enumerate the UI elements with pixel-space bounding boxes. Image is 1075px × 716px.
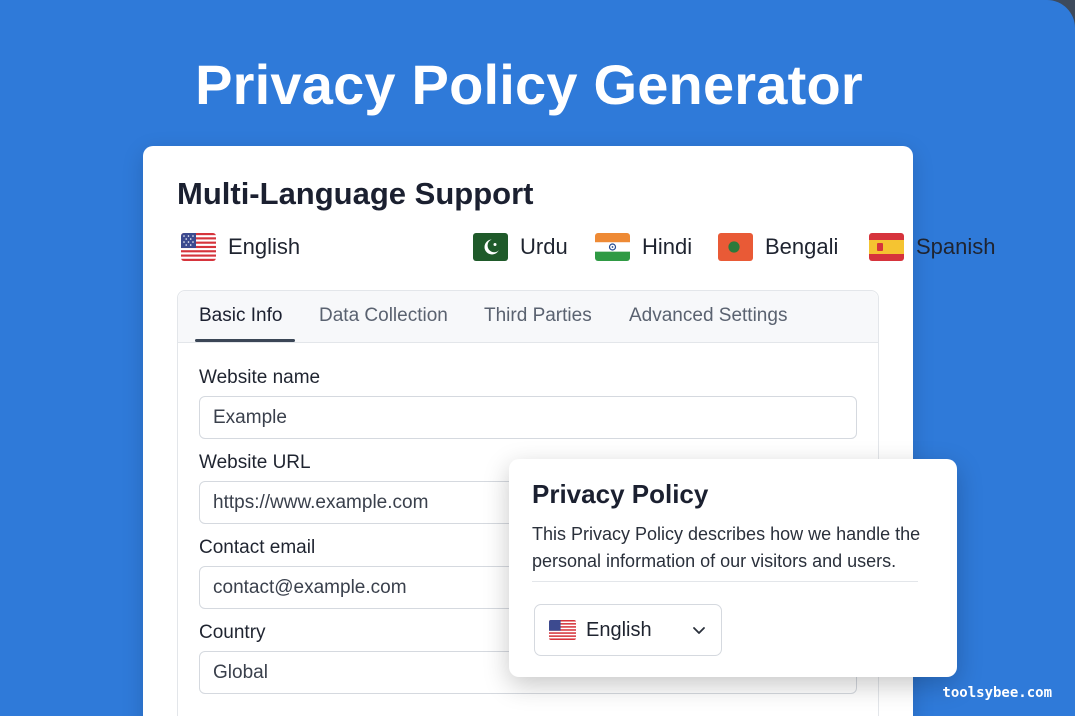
language-select-value: English [586, 618, 652, 641]
page-title: Privacy Policy Generator [195, 53, 863, 116]
spain-flag-icon [869, 233, 904, 261]
watermark: toolsybee.com [942, 685, 1052, 701]
us-flag-icon [549, 620, 576, 640]
us-flag-icon [181, 233, 216, 261]
language-label: Bengali [765, 234, 839, 259]
popup-title: Privacy Policy [532, 479, 709, 509]
language-label: English [228, 234, 301, 259]
india-flag-icon [595, 233, 630, 261]
tab-basic-info[interactable]: Basic Info [199, 305, 282, 327]
contact-email-label: Contact email [199, 537, 316, 558]
language-label: Spanish [916, 234, 996, 259]
language-option-english[interactable]: English [181, 232, 300, 262]
tab-advanced-settings[interactable]: Advanced Settings [629, 305, 787, 327]
website-name-input[interactable] [199, 396, 857, 439]
language-option-hindi[interactable]: Hindi [595, 232, 692, 262]
language-option-urdu[interactable]: Urdu [473, 232, 568, 262]
policy-preview-popup: Privacy Policy This Privacy Policy descr… [509, 459, 957, 677]
website-name-label: Website name [199, 367, 321, 388]
active-tab-indicator [195, 339, 295, 342]
language-label: Urdu [520, 234, 568, 259]
chevron-down-icon [691, 622, 707, 638]
popup-body: This Privacy Policy describes how we han… [532, 524, 921, 571]
tab-data-collection[interactable]: Data Collection [319, 305, 448, 327]
language-option-spanish[interactable]: Spanish [869, 232, 996, 262]
tab-bar: Basic Info Data Collection Third Parties… [178, 291, 878, 343]
bangladesh-flag-icon [718, 233, 753, 261]
popup-divider [532, 581, 918, 582]
tab-third-parties[interactable]: Third Parties [484, 305, 592, 327]
website-url-label: Website URL [199, 452, 311, 473]
country-label: Country [199, 622, 266, 643]
card-title: Multi-Language Support [177, 176, 534, 211]
language-option-bengali[interactable]: Bengali [718, 232, 838, 262]
language-label: Hindi [642, 234, 693, 259]
language-select[interactable]: English [534, 604, 722, 656]
pakistan-flag-icon [473, 233, 508, 261]
